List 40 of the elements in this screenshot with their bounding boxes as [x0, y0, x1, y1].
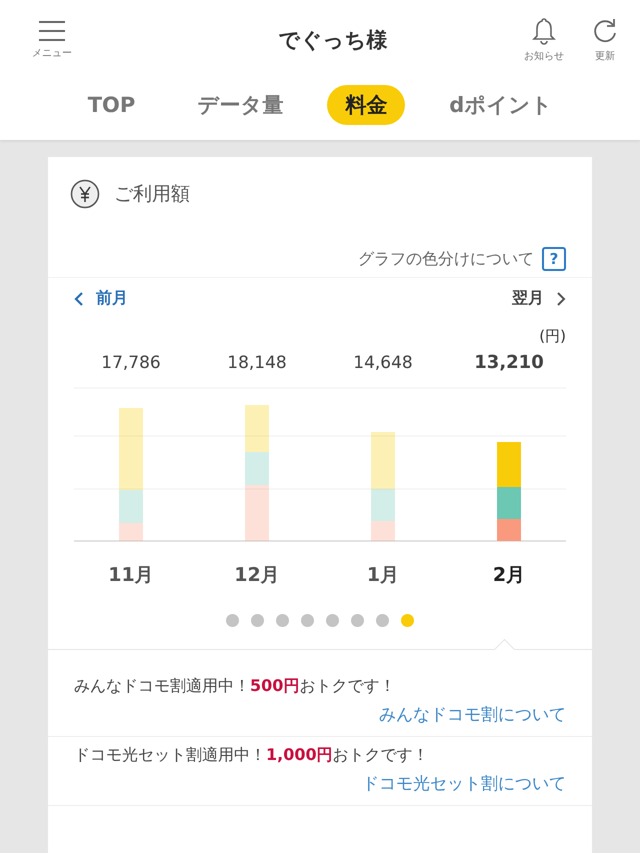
page-dot[interactable] — [276, 614, 289, 627]
tab[interactable]: 料金 — [327, 85, 406, 125]
page-dot[interactable] — [376, 614, 389, 627]
page-dot[interactable] — [326, 614, 339, 627]
tab[interactable]: データ量 — [179, 85, 302, 125]
account-name: でぐっち様 — [278, 27, 388, 54]
chevron-right-icon — [556, 290, 566, 306]
card-title: ご利用額 — [114, 182, 190, 207]
help-text: グラフの色分けについて — [358, 248, 534, 270]
bell-icon — [532, 17, 556, 45]
tab[interactable]: dポイント — [431, 85, 570, 125]
menu-icon — [38, 20, 66, 42]
discount-info-link[interactable]: ドコモ光セット割について — [362, 772, 566, 795]
discount-message: ドコモ光セット割適用中！1,000円おトクです！ — [74, 745, 430, 766]
chevron-left-icon — [74, 290, 84, 306]
tab[interactable]: TOP — [70, 87, 154, 123]
previous-month-link[interactable]: 前月 — [74, 288, 128, 309]
refresh-icon — [592, 17, 618, 45]
menu-button[interactable]: メニュー — [32, 20, 72, 60]
month-label: 1月 — [366, 564, 400, 586]
total-amount: 17,786 — [101, 353, 161, 373]
month-label: 11月 — [108, 564, 154, 586]
page-dot[interactable] — [251, 614, 264, 627]
help-button[interactable]: ? — [542, 247, 566, 271]
total-amount: 18,148 — [227, 353, 287, 373]
total-amount: 13,210 — [474, 352, 544, 373]
yen-icon — [70, 179, 100, 209]
next-month-link[interactable]: 翌月 — [512, 288, 566, 309]
page-dot[interactable] — [401, 614, 414, 627]
refresh-button[interactable]: 更新 — [592, 17, 618, 63]
page-dot[interactable] — [301, 614, 314, 627]
total-amount: 14,648 — [353, 353, 413, 373]
month-label: 12月 — [234, 564, 280, 586]
month-label: 2月 — [492, 564, 526, 586]
discount-message: みんなドコモ割適用中！500円おトクです！ — [74, 676, 396, 697]
page-dot[interactable] — [226, 614, 239, 627]
unit-label: (円) — [538, 326, 567, 346]
page-dot[interactable] — [351, 614, 364, 627]
notification-button[interactable]: お知らせ — [524, 17, 564, 63]
discount-info-link[interactable]: みんなドコモ割について — [379, 703, 566, 726]
